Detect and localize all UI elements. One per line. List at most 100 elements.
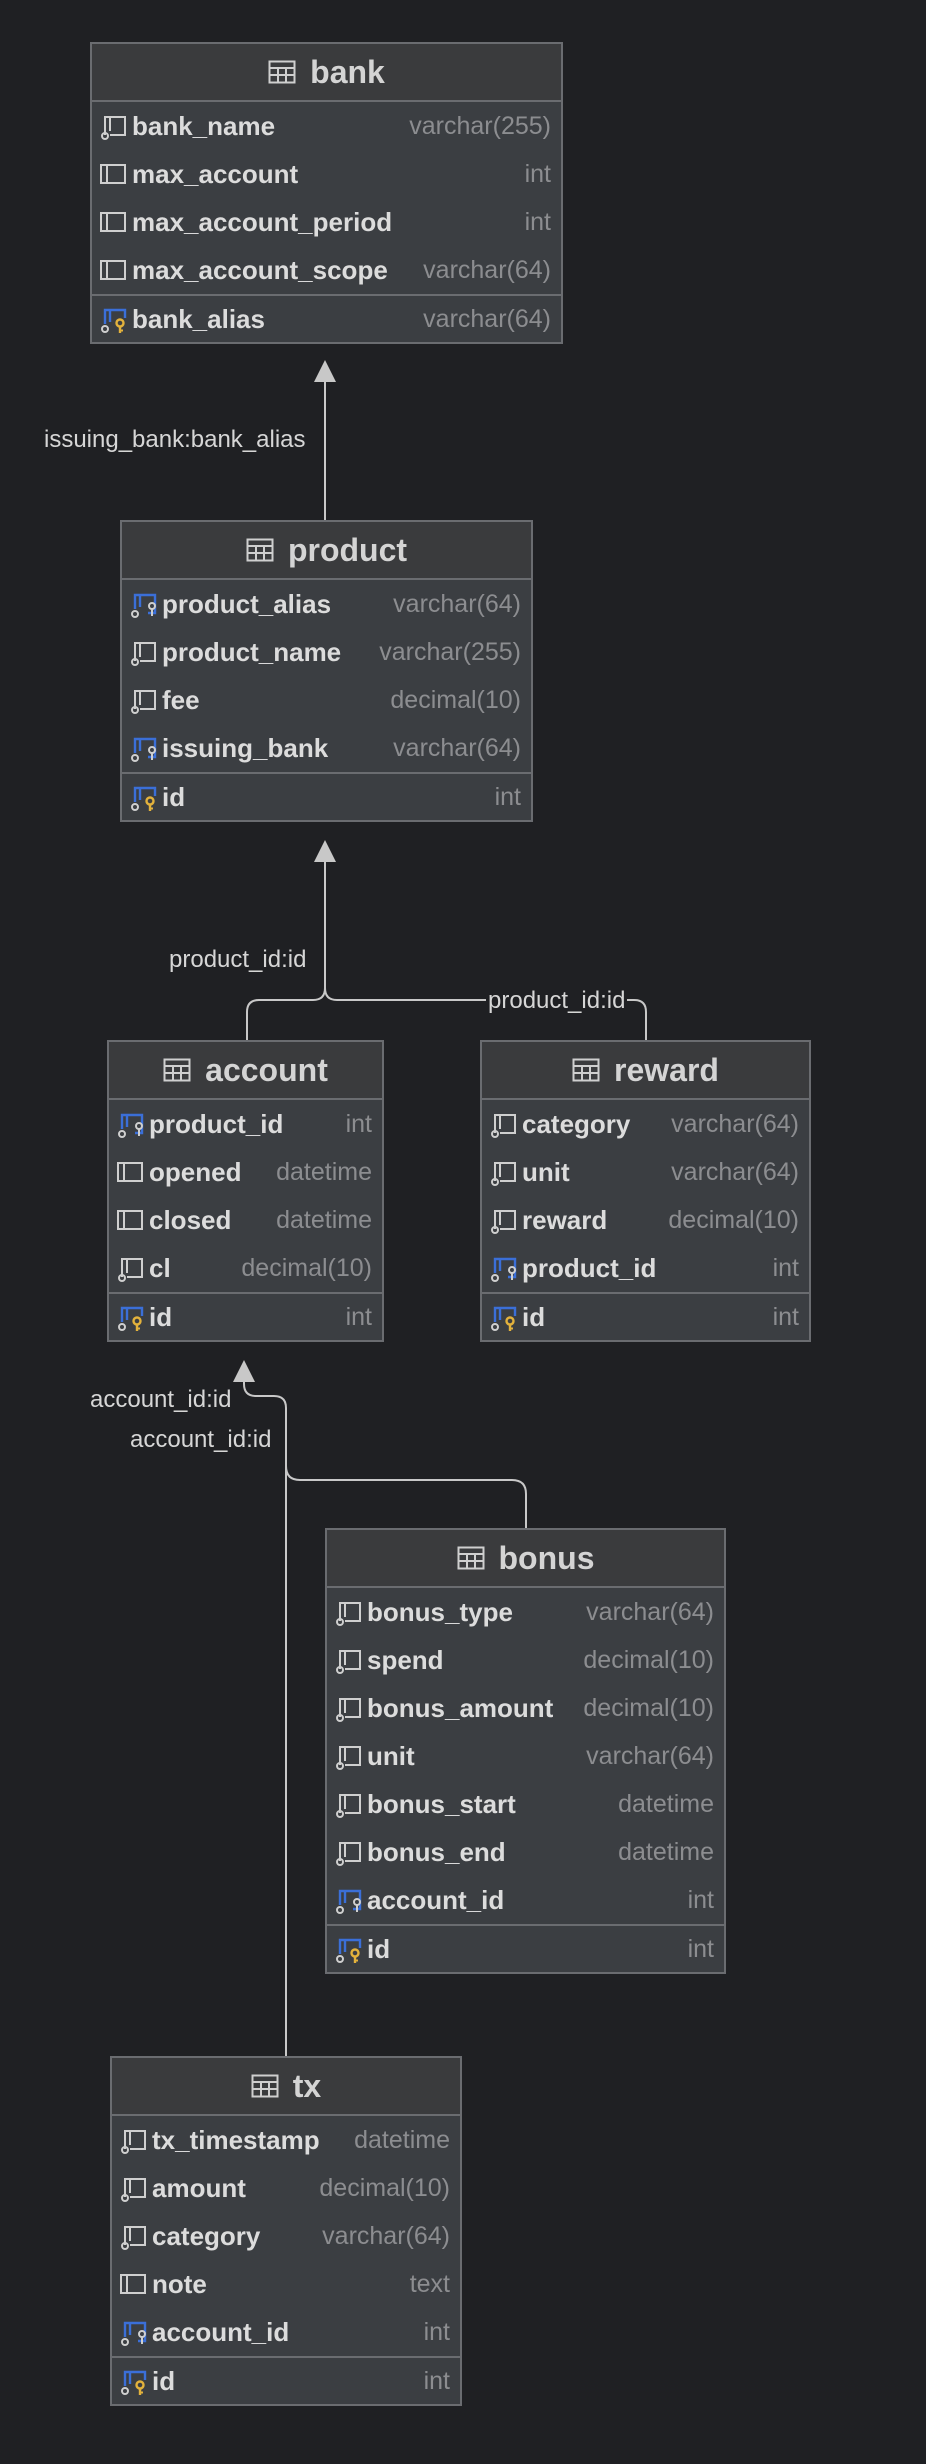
column-row[interactable]: max_account_period int [92,198,561,246]
column-row[interactable]: bank_name varchar(255) [92,102,561,150]
table-bank[interactable]: bank bank_name varchar(255) max_account int m… [90,42,563,344]
table-grid-icon [163,1058,191,1082]
nullable-column-icon [333,1741,363,1771]
column-row[interactable]: bonus_end datetime [327,1828,724,1876]
column-row[interactable]: issuing_bank varchar(64) [122,724,531,772]
column-type: datetime [276,1157,372,1186]
column-type: datetime [276,1205,372,1234]
column-row[interactable]: cl decimal(10) [109,1244,382,1292]
table-grid-icon [268,60,296,84]
arrowhead-product [314,840,336,862]
column-row[interactable]: product_name varchar(255) [122,628,531,676]
column-type: datetime [618,1837,714,1866]
primary-key-icon [333,1934,363,1964]
column-name: closed [149,1204,232,1235]
column-type: varchar(64) [423,304,551,333]
column-name: tx_timestamp [152,2124,320,2155]
column-type: varchar(255) [379,637,521,666]
column-row[interactable]: bonus_start datetime [327,1780,724,1828]
column-icon [98,255,128,285]
column-icon [118,2269,148,2299]
column-row[interactable]: category varchar(64) [112,2212,460,2260]
column-row[interactable]: reward decimal(10) [482,1196,809,1244]
column-row[interactable]: bonus_type varchar(64) [327,1588,724,1636]
column-type: int [524,207,551,236]
foreign-key-icon [488,1253,518,1283]
nullable-column-icon [333,1597,363,1627]
column-type: int [772,1253,799,1282]
column-row[interactable]: fee decimal(10) [122,676,531,724]
table-product[interactable]: product product_alias varchar(64) product_n… [120,520,533,822]
table-reward[interactable]: reward category varchar(64) unit varchar(64)… [480,1040,811,1342]
table-account[interactable]: account product_id int opened datetime closed… [107,1040,384,1342]
nullable-column-icon [115,1253,145,1283]
nullable-column-icon [333,1645,363,1675]
column-row[interactable]: product_id int [109,1100,382,1148]
relation-label: product_id:id [167,946,309,974]
table-title: account [205,1051,328,1088]
column-row[interactable]: opened datetime [109,1148,382,1196]
column-row[interactable]: max_account_scope varchar(64) [92,246,561,294]
table-header: bonus [327,1530,724,1588]
column-row[interactable]: max_account int [92,150,561,198]
primary-key-icon [98,304,128,334]
column-row[interactable]: product_id int [482,1244,809,1292]
primary-key-icon [128,782,158,812]
column-name: bank_name [132,110,276,141]
relation-label: product_id:id [486,987,628,1015]
column-name: amount [152,2172,246,2203]
nullable-column-icon [333,1837,363,1867]
column-name: product_id [149,1108,284,1139]
column-type: varchar(64) [423,255,551,284]
column-name: max_account [132,158,299,189]
column-type: varchar(64) [586,1597,714,1626]
column-type: int [345,1302,372,1331]
table-header: bank [92,44,561,102]
column-row[interactable]: closed datetime [109,1196,382,1244]
column-row[interactable]: spend decimal(10) [327,1636,724,1684]
column-name: id [522,1301,546,1332]
column-row[interactable]: product_alias varchar(64) [122,580,531,628]
column-name: category [522,1108,631,1139]
column-type: int [524,159,551,188]
column-type: int [345,1109,372,1138]
nullable-column-icon [128,685,158,715]
primary-key-icon [115,1302,145,1332]
column-type: decimal(10) [668,1205,799,1234]
column-name: product_alias [162,588,332,619]
column-row[interactable]: category varchar(64) [482,1100,809,1148]
column-type: varchar(64) [393,733,521,762]
column-type: datetime [354,2125,450,2154]
nullable-column-icon [488,1205,518,1235]
column-type: int [423,2317,450,2346]
nullable-column-icon [118,2173,148,2203]
table-title: product [287,531,408,568]
column-row[interactable]: id int [482,1292,809,1340]
column-row[interactable]: unit varchar(64) [482,1148,809,1196]
column-type: int [687,1934,714,1963]
column-row[interactable]: bank_alias varchar(64) [92,294,561,342]
column-row[interactable]: bonus_amount decimal(10) [327,1684,724,1732]
column-name: id [162,781,186,812]
column-name: spend [367,1644,444,1675]
primary-key-icon [118,2366,148,2396]
column-row[interactable]: account_id int [327,1876,724,1924]
column-row[interactable]: tx_timestamp datetime [112,2116,460,2164]
column-row[interactable]: id int [327,1924,724,1972]
foreign-key-icon [128,589,158,619]
relation-label: issuing_bank:bank_alias [42,426,308,454]
column-row[interactable]: amount decimal(10) [112,2164,460,2212]
column-type: varchar(64) [322,2221,450,2250]
nullable-column-icon [118,2221,148,2251]
column-name: category [152,2220,261,2251]
column-row[interactable]: unit varchar(64) [327,1732,724,1780]
table-bonus[interactable]: bonus bonus_type varchar(64) spend decimal(1… [325,1528,726,1974]
column-row[interactable]: id int [122,772,531,820]
column-row[interactable]: note text [112,2260,460,2308]
column-row[interactable]: account_id int [112,2308,460,2356]
table-tx[interactable]: tx tx_timestamp datetime amount decimal(10) c… [110,2056,462,2406]
column-row[interactable]: id int [112,2356,460,2404]
column-row[interactable]: id int [109,1292,382,1340]
nullable-column-icon [128,637,158,667]
link-bonus-account [285,1408,527,1528]
